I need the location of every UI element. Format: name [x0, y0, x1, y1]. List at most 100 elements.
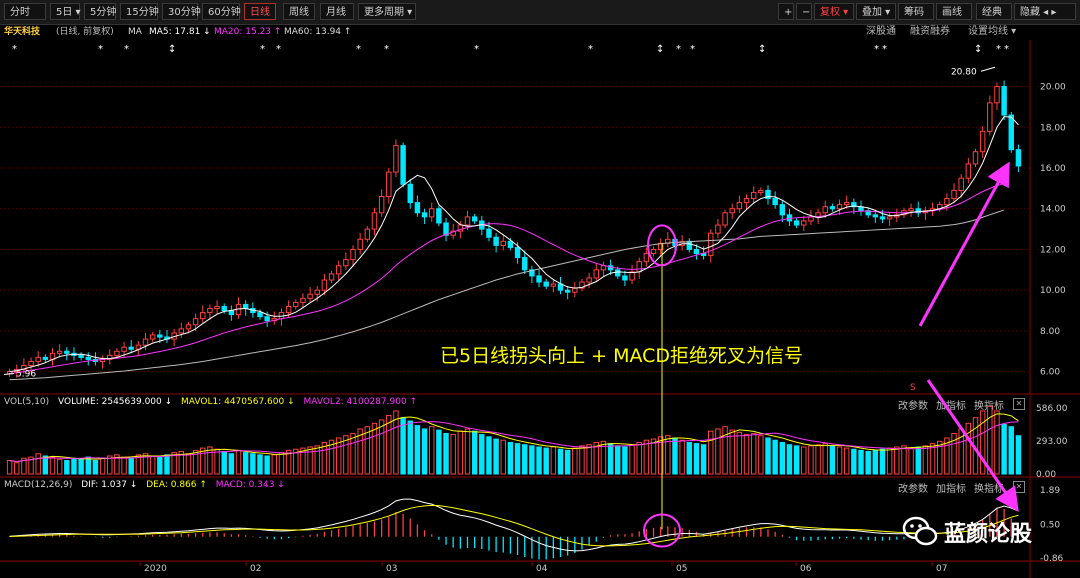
x-tick-label: 04 [536, 564, 548, 574]
candle-body [550, 283, 557, 287]
volume-bar [894, 446, 900, 475]
volume-bar [56, 458, 63, 475]
candle-body [729, 208, 735, 214]
candle-body [586, 277, 592, 283]
candle-body [708, 232, 714, 257]
candle-body [364, 228, 371, 240]
volume-bar [149, 455, 156, 475]
candle-body [314, 289, 320, 295]
volume-bar [278, 452, 285, 475]
volume-bar [886, 447, 893, 475]
x-tick-label: 02 [250, 564, 261, 574]
volume-bar [872, 449, 879, 475]
candle-body [693, 248, 700, 255]
volume-bar [85, 456, 91, 475]
price-low-marker: 5.96 [16, 369, 36, 379]
candle-body [471, 216, 478, 222]
volume-bar [479, 434, 485, 475]
candle-body [343, 259, 349, 267]
volume-bar [843, 447, 850, 475]
price-tick-label: 8.00 [1040, 327, 1060, 337]
ma5-line [9, 116, 1019, 373]
candle-body [557, 283, 564, 291]
volume-bar [586, 444, 592, 475]
volume-bar [314, 445, 320, 475]
price-high-pointer [980, 66, 996, 72]
candle-body [843, 202, 850, 206]
annotation-text: 已5日线拐头向上 + MACD拒绝死叉为信号 [440, 345, 803, 367]
candle-body [808, 216, 814, 222]
volume-bar [242, 452, 249, 475]
volume-bar [1001, 423, 1007, 475]
candle-body [178, 328, 185, 334]
sell-marker: S [910, 383, 916, 393]
volume-bar [579, 445, 585, 475]
volume-bar [71, 457, 77, 475]
volume-bar [164, 454, 170, 475]
candle-body [1015, 149, 1022, 167]
x-tick-label: 05 [676, 564, 687, 574]
volume-bar [758, 435, 764, 475]
volume-bar [250, 453, 256, 475]
candle-body [1001, 86, 1007, 116]
candle-body [242, 303, 249, 310]
volume-bar [700, 444, 707, 475]
volume-bar [529, 445, 535, 475]
volume-bar [307, 446, 313, 475]
volume-bar [686, 441, 693, 475]
volume-bar [429, 426, 435, 475]
candle-body [493, 236, 499, 246]
candle-body [779, 204, 786, 216]
candle-body [357, 238, 363, 250]
event-marker: ↕ [656, 44, 664, 55]
candle-body [393, 145, 399, 173]
volume-bar [364, 426, 371, 475]
volume-bar [650, 438, 657, 475]
candle-body [157, 334, 163, 338]
event-marker: * [1004, 44, 1009, 55]
event-marker: * [882, 44, 887, 55]
event-marker: * [260, 44, 265, 55]
volume-bar [572, 447, 578, 475]
event-marker: * [676, 44, 681, 55]
price-high-marker: 20.80 [951, 67, 977, 77]
candle-body [214, 305, 220, 310]
volume-bar [822, 443, 828, 475]
volume-bar [829, 445, 836, 475]
candle-body [722, 212, 728, 226]
candle-body [600, 265, 607, 271]
volume-bar [400, 417, 406, 475]
candle-body [564, 289, 571, 293]
event-marker: * [124, 44, 129, 55]
volume-bar [386, 414, 392, 475]
event-marker: * [690, 44, 695, 55]
volume-bar [965, 422, 972, 475]
volume-bar [35, 453, 41, 475]
volume-bar [378, 419, 385, 475]
candle-body [829, 206, 836, 210]
volume-bar [185, 453, 192, 475]
event-marker: ↕ [168, 44, 176, 55]
candle-body [464, 216, 471, 226]
volume-bar [858, 449, 864, 475]
event-marker: * [588, 44, 593, 55]
candle-body [636, 261, 642, 273]
candle-body [622, 275, 628, 281]
volume-tick-label: 293.00 [1036, 437, 1068, 447]
candle-body [386, 171, 392, 198]
volume-bar [750, 432, 757, 475]
volume-bar [228, 453, 235, 475]
candle-body [200, 312, 206, 320]
candle-body [142, 338, 149, 346]
volume-bar [6, 459, 13, 475]
volume-bar [550, 446, 557, 475]
volume-bar [257, 454, 263, 475]
macd-tick-label: -0.86 [1040, 554, 1064, 564]
volume-bar [851, 448, 857, 475]
candle-body [514, 246, 521, 259]
candle-body [429, 208, 435, 218]
watermark: 蓝颜论股 [900, 512, 1070, 552]
candle-body [822, 206, 828, 214]
candle-body [743, 198, 750, 204]
candle-body [192, 318, 199, 326]
